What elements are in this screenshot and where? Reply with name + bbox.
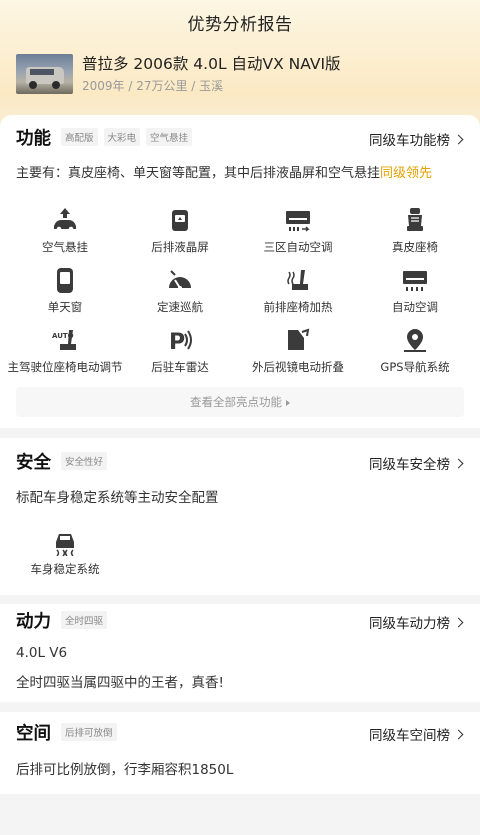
- mirror-fold-icon: [288, 328, 310, 350]
- safety-rank-link[interactable]: 同级车安全榜: [369, 453, 464, 473]
- chevron-right-icon: [453, 458, 464, 468]
- feature-label: GPS导航系统: [380, 360, 450, 374]
- function-title: 功能: [16, 128, 51, 149]
- tri-zone-ac-icon: [286, 211, 310, 232]
- cruise-control-icon: [169, 270, 191, 290]
- safety-desc: 标配车身稳定系统等主动安全配置: [16, 490, 219, 506]
- caret-right-icon: [286, 399, 290, 406]
- feature-item[interactable]: 前排座椅加热: [233, 266, 363, 315]
- feature-item[interactable]: 单天窗: [0, 266, 130, 315]
- safety-tag: 安全性好: [61, 452, 108, 470]
- safety-title: 安全: [16, 452, 51, 473]
- feature-item[interactable]: AUTO 主驾驶位座椅电动调节: [0, 326, 130, 375]
- power-seat-icon: AUTO: [52, 330, 76, 350]
- space-rank-link[interactable]: 同级车空间榜: [369, 724, 464, 744]
- feature-label: 前排座椅加热: [263, 300, 333, 314]
- svg-text:P: P: [169, 330, 185, 354]
- view-all-features-button[interactable]: 查看全部亮点功能: [16, 387, 464, 417]
- function-tag: 空气悬挂: [146, 128, 193, 146]
- feature-label: 单天窗: [47, 300, 83, 314]
- feature-label: 后驻车雷达: [151, 360, 209, 374]
- safety-rank-label: 同级车安全榜: [369, 457, 450, 473]
- function-desc-main: 主要有：真皮座椅、单天窗等配置，其中后排液晶屏和空气悬挂: [16, 166, 381, 181]
- power-rank-label: 同级车动力榜: [369, 616, 450, 632]
- feature-item[interactable]: 空气悬挂: [0, 206, 130, 255]
- svg-text:AUTO: AUTO: [52, 332, 74, 340]
- car-name: 普拉多 2006款 4.0L 自动VX NAVI版: [82, 55, 341, 73]
- power-title: 动力: [16, 611, 51, 632]
- gps-icon: [404, 329, 426, 352]
- feature-item[interactable]: 车身稳定系统: [0, 528, 130, 577]
- function-rank-link[interactable]: 同级车功能榜: [369, 129, 464, 149]
- function-tag: 大彩电: [103, 128, 141, 146]
- page-title: 优势分析报告: [187, 15, 293, 35]
- feature-label: 车身稳定系统: [30, 562, 100, 576]
- seat-heating-icon: [287, 270, 308, 290]
- space-desc: 后排可比例放倒，行李厢容积1850L: [16, 762, 234, 778]
- feature-item[interactable]: GPS导航系统: [350, 326, 480, 375]
- power-tag: 全时四驱: [61, 611, 108, 629]
- space-tag: 后排可放倒: [61, 723, 117, 741]
- auto-ac-icon: [403, 271, 427, 291]
- car-header[interactable]: 普拉多 2006款 4.0L 自动VX NAVI版 2009年 / 27万公里 …: [16, 52, 466, 96]
- feature-item[interactable]: 后排液晶屏: [115, 206, 245, 255]
- leather-seat-icon: [407, 208, 423, 231]
- function-tag: 高配版: [61, 128, 98, 146]
- chevron-right-icon: [453, 134, 464, 144]
- feature-label: 后排液晶屏: [151, 240, 209, 254]
- sunroof-icon: [57, 268, 73, 293]
- power-header: 动力 全时四驱: [16, 608, 113, 632]
- space-title: 空间: [16, 723, 51, 744]
- space-header: 空间 后排可放倒: [16, 720, 123, 744]
- power-desc: 全时四驱当属四驱中的王者，真香!: [16, 675, 224, 691]
- air-suspension-icon: [54, 208, 76, 232]
- car-thumbnail: [16, 54, 73, 94]
- chevron-right-icon: [453, 729, 464, 739]
- function-desc: 主要有：真皮座椅、单天窗等配置，其中后排液晶屏和空气悬挂同级领先: [16, 162, 432, 181]
- power-rank-link[interactable]: 同级车动力榜: [369, 612, 464, 632]
- chevron-right-icon: [453, 617, 464, 627]
- function-desc-highlight: 同级领先: [380, 166, 433, 181]
- feature-label: 主驾驶位座椅电动调节: [7, 360, 123, 374]
- feature-item[interactable]: P 后驻车雷达: [115, 326, 245, 375]
- function-rank-label: 同级车功能榜: [369, 133, 450, 149]
- power-engine: 4.0L V6: [16, 645, 68, 661]
- feature-item[interactable]: 定速巡航: [115, 266, 245, 315]
- feature-item[interactable]: 真皮座椅: [350, 206, 480, 255]
- car-meta: 2009年 / 27万公里 / 玉溪: [82, 79, 224, 93]
- rear-screen-icon: [172, 210, 188, 231]
- feature-label: 三区自动空调: [263, 240, 333, 254]
- parking-radar-icon: P: [169, 330, 192, 354]
- feature-label: 空气悬挂: [42, 240, 88, 254]
- feature-item[interactable]: 三区自动空调: [233, 206, 363, 255]
- feature-label: 定速巡航: [157, 300, 203, 314]
- safety-header: 安全 安全性好: [16, 449, 113, 473]
- view-all-label: 查看全部亮点功能: [190, 395, 282, 409]
- function-header: 功能 高配版 大彩电 空气悬挂: [16, 125, 198, 149]
- feature-label: 真皮座椅: [392, 240, 438, 254]
- stability-control-icon: [56, 534, 74, 556]
- feature-label: 外后视镜电动折叠: [252, 360, 344, 374]
- feature-label: 自动空调: [392, 300, 438, 314]
- space-rank-label: 同级车空间榜: [369, 728, 450, 744]
- feature-item[interactable]: 外后视镜电动折叠: [233, 326, 363, 375]
- feature-item[interactable]: 自动空调: [350, 266, 480, 315]
